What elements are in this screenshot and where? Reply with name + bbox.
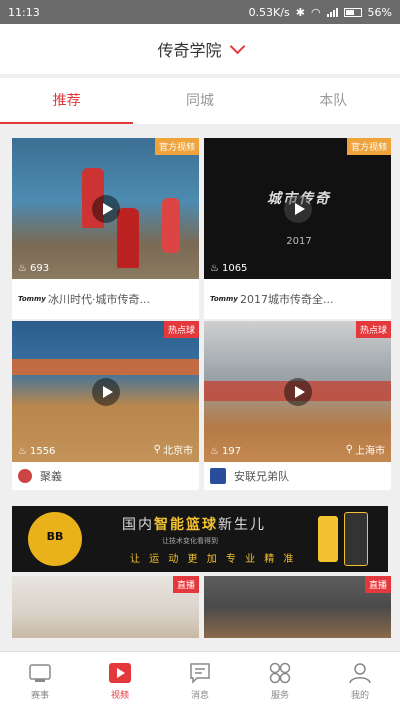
video-thumbnail[interactable]: 直播 xyxy=(204,576,391,638)
nav-video[interactable]: 视频 xyxy=(80,652,160,715)
user-icon xyxy=(349,663,371,684)
play-icon[interactable] xyxy=(91,194,120,223)
nav-label: 服务 xyxy=(270,691,289,701)
nav-events[interactable]: 赛事 xyxy=(0,652,80,715)
nav-profile[interactable]: 我的 xyxy=(320,652,400,715)
status-time: 11:13 xyxy=(8,5,40,19)
video-thumbnail[interactable]: 热点球 ♨ 197 ⚲ 上海市 xyxy=(204,321,391,462)
play-icon[interactable] xyxy=(283,377,312,406)
flame-icon: ♨ xyxy=(18,263,27,274)
message-icon xyxy=(190,663,210,684)
location-value: 北京市 xyxy=(163,446,193,457)
video-title[interactable]: 冰川时代·城市传奇... xyxy=(48,291,150,307)
nav-label: 消息 xyxy=(190,691,209,701)
video-thumbnail[interactable]: 官方视频 ♨ 693 xyxy=(12,138,199,279)
team-name[interactable]: 安联兄弟队 xyxy=(234,468,289,484)
video-card[interactable]: 城市传奇 2017 官方视频 ♨1065 Tommy 2017城市传奇全... xyxy=(204,138,391,319)
video-title[interactable]: 2017城市传奇全... xyxy=(240,291,333,307)
video-thumbnail[interactable]: 城市传奇 2017 官方视频 ♨1065 xyxy=(204,138,391,279)
banner-subtitle: 让技术变化看得到 xyxy=(162,537,218,545)
view-count-value: 197 xyxy=(221,446,242,457)
flame-icon: ♨ xyxy=(210,263,219,274)
nav-messages[interactable]: 消息 xyxy=(160,652,240,715)
scoreboard-icon xyxy=(29,664,51,682)
card-meta: 聚義 xyxy=(12,462,199,490)
team-avatar xyxy=(18,469,32,483)
location-pin-icon: ⚲ xyxy=(153,444,161,455)
nav-services[interactable]: 服务 xyxy=(240,652,320,715)
video-card[interactable]: 直播 xyxy=(204,576,391,638)
phones-image xyxy=(314,510,374,568)
bottom-nav: 赛事 视频 消息 服务 我的 xyxy=(0,651,400,715)
banner-headline-pre: 国内 xyxy=(122,517,154,533)
bluetooth-icon: ✱ xyxy=(295,5,305,19)
video-card[interactable]: 热点球 ♨ 1556 ⚲ 北京市 聚義 xyxy=(12,321,199,490)
view-count: ♨ 1556 xyxy=(18,446,55,457)
status-icons: 0.53K/s ✱ ◠ 56% xyxy=(249,6,392,19)
official-video-badge: 官方视频 xyxy=(154,138,199,155)
ball-brand-label: BB xyxy=(46,530,64,543)
tab-recommend[interactable]: 推荐 xyxy=(0,78,134,124)
nav-label: 视频 xyxy=(110,691,129,701)
location-label: ⚲ 上海市 xyxy=(346,442,385,457)
video-play-icon xyxy=(109,663,131,683)
card-meta: Tommy 冰川时代·城市传奇... xyxy=(12,279,199,319)
hot-badge: 热点球 xyxy=(355,321,391,338)
location-value: 上海市 xyxy=(355,446,385,457)
view-count-value: 1556 xyxy=(29,446,56,457)
video-thumbnail[interactable]: 热点球 ♨ 1556 ⚲ 北京市 xyxy=(12,321,199,462)
view-count-value: 1065 xyxy=(221,263,248,274)
signal-icon xyxy=(326,7,338,17)
video-thumbnail[interactable]: 直播 xyxy=(12,576,199,638)
banner-slogan: 让 运 动 更 加 专 业 精 准 xyxy=(130,554,297,565)
location-pin-icon: ⚲ xyxy=(345,444,353,455)
video-card[interactable]: 直播 xyxy=(12,576,199,638)
page-title[interactable]: 传奇学院 xyxy=(157,37,221,61)
net-speed: 0.53K/s xyxy=(248,5,290,19)
play-icon[interactable] xyxy=(283,194,312,223)
card-meta: Tommy 2017城市传奇全... xyxy=(204,279,391,319)
brand-logo: Tommy xyxy=(18,295,46,303)
live-badge: 直播 xyxy=(364,576,391,593)
view-count: ♨ 1065 xyxy=(210,263,247,274)
brand-logo: Tommy xyxy=(210,295,238,303)
tab-my-team[interactable]: 本队 xyxy=(267,78,400,124)
flame-icon: ♨ xyxy=(18,446,27,457)
view-count: ♨ 693 xyxy=(18,263,49,274)
battery-icon xyxy=(343,7,362,17)
play-icon[interactable] xyxy=(91,377,120,406)
video-card[interactable]: 热点球 ♨ 197 ⚲ 上海市 安联兄弟队 xyxy=(204,321,391,490)
tab-same-city[interactable]: 同城 xyxy=(133,78,266,124)
title-bar[interactable]: 传奇学院 xyxy=(0,24,400,74)
promo-banner[interactable]: BB 国内智能篮球新生儿 让技术变化看得到 让 运 动 更 加 专 业 精 准 xyxy=(12,506,388,572)
hot-badge: 热点球 xyxy=(163,321,199,338)
flame-icon: ♨ xyxy=(210,446,219,457)
nav-label: 赛事 xyxy=(30,691,49,701)
banner-headline: 国内智能篮球新生儿 xyxy=(122,514,266,534)
location-label: ⚲ 北京市 xyxy=(154,442,193,457)
battery-level: 56% xyxy=(367,5,392,19)
overlay-year: 2017 xyxy=(286,236,312,247)
nav-label: 我的 xyxy=(350,691,369,701)
team-logo xyxy=(210,468,226,484)
view-count: ♨ 197 xyxy=(210,446,241,457)
status-bar: 11:13 0.53K/s ✱ ◠ 56% xyxy=(0,0,400,24)
banner-headline-post: 新生儿 xyxy=(218,517,266,533)
team-name[interactable]: 聚義 xyxy=(40,468,62,484)
grid-services-icon xyxy=(269,662,291,684)
tab-bar: 推荐 同城 本队 xyxy=(0,78,400,124)
official-video-badge: 官方视频 xyxy=(346,138,391,155)
view-count-value: 693 xyxy=(29,263,50,274)
wifi-icon: ◠ xyxy=(310,5,321,19)
banner-headline-em: 智能篮球 xyxy=(154,517,218,533)
chevron-down-icon[interactable] xyxy=(229,38,245,54)
card-meta: 安联兄弟队 xyxy=(204,462,391,490)
video-card[interactable]: 官方视频 ♨ 693 Tommy 冰川时代·城市传奇... xyxy=(12,138,199,319)
live-badge: 直播 xyxy=(172,576,199,593)
